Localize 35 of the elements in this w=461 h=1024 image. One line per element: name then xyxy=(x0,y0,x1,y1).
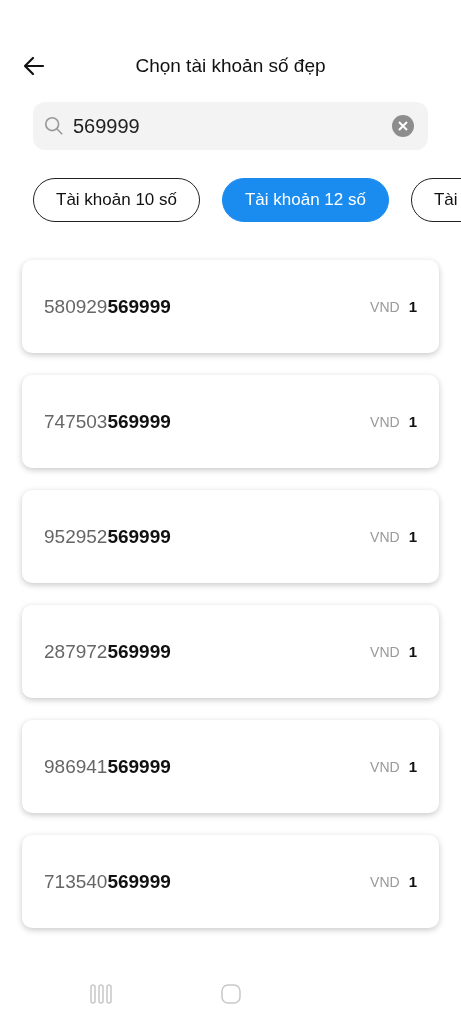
account-tab[interactable]: Tài xyxy=(410,178,461,222)
x-icon xyxy=(398,121,408,131)
back-button[interactable] xyxy=(22,54,46,78)
currency: VND xyxy=(370,759,400,775)
account-card[interactable]: 747503569999 VND 1 xyxy=(22,375,439,468)
price: 1 xyxy=(408,413,417,430)
account-number: 747503569999 xyxy=(44,410,171,433)
account-number: 580929569999 xyxy=(44,295,171,318)
home-icon[interactable] xyxy=(220,983,242,1005)
currency: VND xyxy=(370,644,400,660)
recent-apps-icon[interactable] xyxy=(90,983,112,1005)
price: 1 xyxy=(408,643,417,660)
account-card[interactable]: 952952569999 VND 1 xyxy=(22,490,439,583)
search-input[interactable]: 569999 xyxy=(73,114,384,138)
price: 1 xyxy=(408,528,417,545)
currency: VND xyxy=(370,299,400,315)
account-number: 986941569999 xyxy=(44,755,171,778)
account-tab[interactable]: Tài khoản 10 số xyxy=(33,178,200,222)
page-title: Chọn tài khoản số đẹp xyxy=(135,55,326,77)
price: 1 xyxy=(408,298,417,315)
clear-button[interactable] xyxy=(392,115,414,137)
account-card[interactable]: 287972569999 VND 1 xyxy=(22,605,439,698)
account-number: 952952569999 xyxy=(44,525,171,548)
search-field[interactable]: 569999 xyxy=(33,102,428,150)
account-card[interactable]: 580929569999 VND 1 xyxy=(22,260,439,353)
account-card[interactable]: 713540569999 VND 1 xyxy=(22,835,439,928)
search-icon xyxy=(43,115,65,137)
account-card[interactable]: 986941569999 VND 1 xyxy=(22,720,439,813)
price: 1 xyxy=(408,758,417,775)
currency: VND xyxy=(370,874,400,890)
price: 1 xyxy=(408,873,417,890)
account-number: 713540569999 xyxy=(44,870,171,893)
currency: VND xyxy=(370,414,400,430)
account-number: 287972569999 xyxy=(44,640,171,663)
currency: VND xyxy=(370,529,400,545)
